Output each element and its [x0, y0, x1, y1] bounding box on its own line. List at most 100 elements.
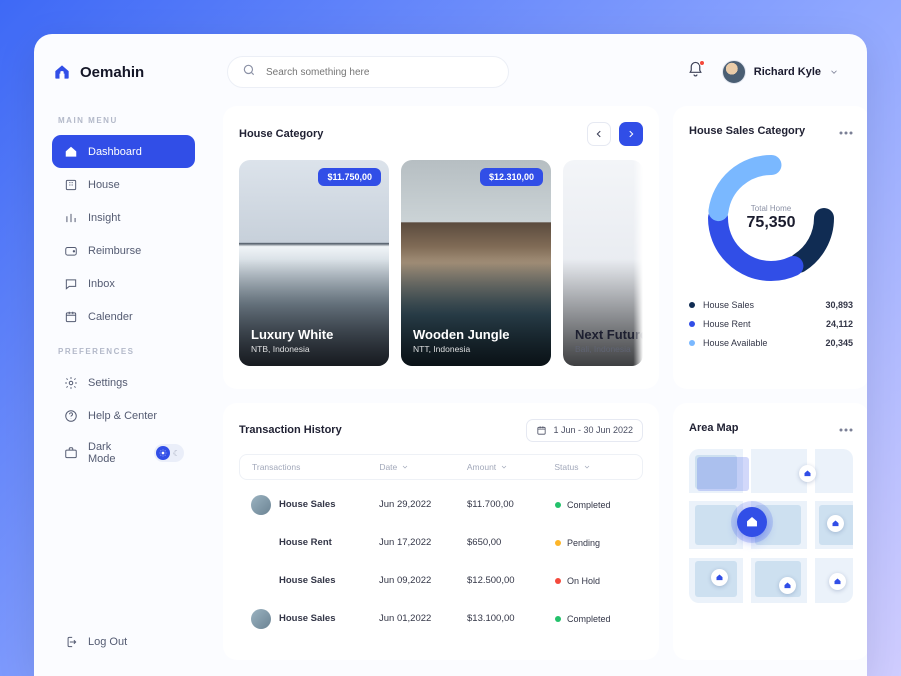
house-location: Bali, Indonesia: [575, 344, 643, 354]
sidebar-item-label: Dark Mode: [88, 441, 134, 465]
gear-icon: [63, 375, 78, 390]
row-date: Jun 01,2022: [379, 613, 467, 624]
building-icon: [63, 177, 78, 192]
map-pin-icon[interactable]: [711, 569, 728, 586]
search-input[interactable]: [266, 67, 494, 78]
table-header: Transactions Date Amount Status: [239, 454, 643, 480]
transaction-history-card: Transaction History 1 Jun - 30 Jun 2022 …: [223, 403, 659, 661]
legend-item: House Rent24,112: [689, 319, 853, 329]
date-range-picker[interactable]: 1 Jun - 30 Jun 2022: [526, 419, 643, 442]
topbar: Richard Kyle: [209, 34, 867, 102]
donut-label: Total Home: [751, 204, 791, 213]
sidebar-item-insight[interactable]: Insight: [52, 201, 195, 234]
header-status[interactable]: Status: [554, 462, 630, 472]
sidebar-item-house[interactable]: House: [52, 168, 195, 201]
row-date: Jun 29,2022: [379, 499, 467, 510]
map[interactable]: [689, 449, 853, 603]
legend-label: House Sales: [703, 300, 754, 310]
row-date: Jun 17,2022: [379, 537, 467, 548]
donut-value: 75,350: [747, 214, 796, 232]
sidebar-item-inbox[interactable]: Inbox: [52, 267, 195, 300]
row-status: Completed: [555, 500, 631, 510]
sidebar-item-help[interactable]: Help & Center: [52, 399, 195, 432]
row-status: Completed: [555, 614, 631, 624]
house-card[interactable]: $ Next FutureBali, Indonesia: [563, 160, 643, 366]
table-body: House SalesJun 29,2022$11.700,00Complete…: [239, 486, 643, 638]
chart-legend: House Sales 30,893 House Rent24,112 House A…: [689, 300, 853, 348]
moon-icon: ☾: [173, 449, 180, 458]
table-row[interactable]: House SalesJun 01,2022$13.100,00Complete…: [239, 600, 643, 638]
header-amount[interactable]: Amount: [467, 462, 555, 472]
sidebar-item-label: Reimburse: [88, 245, 141, 257]
legend-item: House Available20,345: [689, 338, 853, 348]
sidebar-item-label: Calender: [88, 311, 133, 323]
carousel-next-button[interactable]: [619, 122, 643, 146]
row-amount: $11.700,00: [467, 499, 555, 510]
house-card[interactable]: $11.750,00 Luxury WhiteNTB, Indonesia: [239, 160, 389, 366]
map-pin-selected-icon[interactable]: [737, 507, 767, 537]
sidebar-item-dashboard[interactable]: Dashboard: [52, 135, 195, 168]
map-pin-icon[interactable]: [827, 515, 844, 532]
house-location: NTB, Indonesia: [251, 344, 333, 354]
house-title: Next Future: [575, 327, 643, 342]
sales-category-card: House Sales Category Total Home 75,350 H…: [673, 106, 867, 389]
house-category-card: House Category $11.750,00 Luxury WhiteNT…: [223, 106, 659, 389]
user-name: Richard Kyle: [754, 66, 821, 78]
legend-dot: [689, 321, 695, 327]
legend-dot: [689, 302, 695, 308]
donut-chart: Total Home 75,350: [701, 148, 841, 288]
notifications-button[interactable]: [687, 61, 704, 83]
legend-label: House Available: [703, 338, 767, 348]
sidebar-item-label: House: [88, 179, 120, 191]
sidebar-item-logout[interactable]: Log Out: [52, 625, 195, 658]
header-date[interactable]: Date: [379, 462, 467, 472]
calendar-icon: [536, 425, 547, 436]
briefcase-icon: [63, 446, 78, 461]
sidebar-item-label: Help & Center: [88, 410, 157, 422]
map-pin-icon[interactable]: [799, 465, 816, 482]
sidebar-group-prefs: PREFERENCES: [58, 347, 189, 356]
more-button[interactable]: [839, 419, 853, 437]
user-menu[interactable]: Richard Kyle: [722, 60, 839, 84]
avatar: [722, 60, 746, 84]
house-title: Wooden Jungle: [413, 327, 510, 342]
chevron-down-icon: [829, 67, 839, 77]
darkmode-toggle[interactable]: ☾: [154, 444, 184, 462]
row-status: On Hold: [555, 576, 631, 586]
calendar-icon: [63, 309, 78, 324]
chevron-down-icon: [583, 463, 591, 471]
table-row[interactable]: House RentJun 17,2022$650,00Pending: [239, 524, 643, 562]
chart-icon: [63, 210, 78, 225]
house-card[interactable]: $12.310,00 Wooden JungleNTT, Indonesia: [401, 160, 551, 366]
table-row[interactable]: House Sales Jun 29,2022$11.700,00Complete…: [239, 486, 643, 524]
row-avatar: [251, 571, 271, 591]
home-icon: [63, 144, 78, 159]
sidebar-item-calendar[interactable]: Calender: [52, 300, 195, 333]
row-title: House Sales: [279, 499, 336, 510]
logo[interactable]: Oemahin: [52, 62, 195, 82]
more-button[interactable]: [839, 122, 853, 140]
legend-value: 30,893: [825, 300, 853, 310]
row-amount: $13.100,00: [467, 613, 555, 624]
logout-icon: [63, 634, 78, 649]
search-icon: [242, 63, 256, 82]
table-row[interactable]: House SalesJun 09,2022$12.500,00On Hold: [239, 562, 643, 600]
carousel-prev-button[interactable]: [587, 122, 611, 146]
map-pin-icon[interactable]: [829, 573, 846, 590]
sidebar-item-label: Insight: [88, 212, 120, 224]
map-pin-icon[interactable]: [779, 577, 796, 594]
price-tag: $11.750,00: [318, 168, 381, 186]
sidebar-item-reimburse[interactable]: Reimburse: [52, 234, 195, 267]
sidebar-item-label: Log Out: [88, 636, 127, 648]
sidebar-group-main: MAIN MENU: [58, 116, 189, 125]
row-title: House Sales: [279, 575, 336, 586]
chat-icon: [63, 276, 78, 291]
section-title: Area Map: [689, 422, 739, 434]
sidebar-item-label: Dashboard: [88, 146, 142, 158]
chevron-right-icon: [626, 129, 636, 139]
wallet-icon: [63, 243, 78, 258]
header-transactions[interactable]: Transactions: [252, 462, 379, 472]
search-box[interactable]: [227, 56, 509, 88]
sidebar-item-label: Settings: [88, 377, 128, 389]
sidebar-item-settings[interactable]: Settings: [52, 366, 195, 399]
